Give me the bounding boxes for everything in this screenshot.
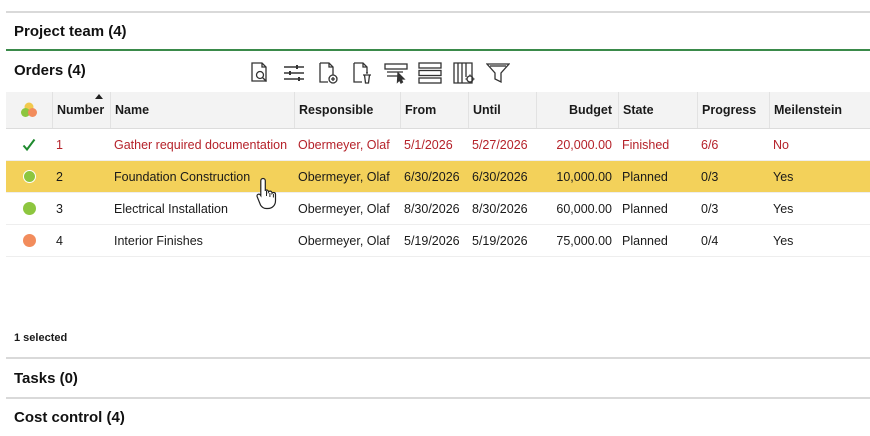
orders-table: Number Name Responsible From Until Budge… bbox=[6, 92, 870, 257]
cell-until: 8/30/2026 bbox=[472, 201, 528, 216]
cell-from: 5/19/2026 bbox=[404, 233, 460, 248]
section-project-team[interactable]: Project team (4) bbox=[14, 23, 127, 40]
cell-name: Foundation Construction bbox=[114, 169, 251, 184]
cell-state: Finished bbox=[622, 137, 670, 152]
column-header-number[interactable]: Number bbox=[52, 92, 110, 128]
cell-budget: 60,000.00 bbox=[556, 201, 612, 216]
section-divider bbox=[6, 397, 870, 399]
cell-responsible: Obermeyer, Olaf bbox=[298, 169, 390, 184]
cell-from: 8/30/2026 bbox=[404, 201, 460, 216]
cell-from: 6/30/2026 bbox=[404, 169, 460, 184]
add-document-icon[interactable] bbox=[316, 60, 340, 86]
cell-progress: 6/6 bbox=[701, 137, 719, 152]
column-header-from[interactable]: From bbox=[400, 92, 468, 128]
cell-responsible: Obermeyer, Olaf bbox=[298, 137, 390, 152]
table-row[interactable]: 4 Interior Finishes Obermeyer, Olaf 5/19… bbox=[6, 225, 870, 257]
cell-number: 4 bbox=[56, 233, 63, 248]
cell-name: Electrical Installation bbox=[114, 201, 228, 216]
table-row[interactable]: 3 Electrical Installation Obermeyer, Ola… bbox=[6, 193, 870, 225]
cell-from: 5/1/2026 bbox=[404, 137, 453, 152]
status-cell bbox=[6, 138, 52, 152]
cell-name: Interior Finishes bbox=[114, 233, 203, 248]
table-row[interactable]: 1 Gather required documentation Obermeye… bbox=[6, 129, 870, 161]
section-divider bbox=[6, 357, 870, 359]
column-settings-icon[interactable] bbox=[452, 60, 476, 86]
cell-until: 5/19/2026 bbox=[472, 233, 528, 248]
section-orders[interactable]: Orders (4) bbox=[14, 62, 86, 79]
cell-state: Planned bbox=[622, 233, 668, 248]
sort-ascending-icon bbox=[95, 94, 103, 99]
cell-milestone: Yes bbox=[773, 233, 794, 248]
top-divider bbox=[6, 11, 870, 13]
cell-milestone: Yes bbox=[773, 201, 794, 216]
status-legend-icon bbox=[21, 102, 37, 117]
cell-progress: 0/3 bbox=[701, 201, 719, 216]
cell-budget: 75,000.00 bbox=[556, 233, 612, 248]
document-search-icon[interactable] bbox=[248, 60, 272, 86]
column-header-progress[interactable]: Progress bbox=[697, 92, 769, 128]
cell-state: Planned bbox=[622, 169, 668, 184]
section-tasks[interactable]: Tasks (0) bbox=[14, 370, 78, 387]
delete-document-icon[interactable] bbox=[350, 60, 374, 86]
column-header-state[interactable]: State bbox=[618, 92, 697, 128]
status-column-header[interactable] bbox=[6, 92, 52, 128]
cell-budget: 20,000.00 bbox=[556, 137, 612, 152]
column-header-until[interactable]: Until bbox=[468, 92, 536, 128]
checkmark-icon bbox=[22, 138, 36, 151]
cell-responsible: Obermeyer, Olaf bbox=[298, 233, 390, 248]
cell-milestone: Yes bbox=[773, 169, 794, 184]
filter-icon[interactable] bbox=[486, 60, 510, 86]
cell-milestone: No bbox=[773, 137, 789, 152]
cell-number: 3 bbox=[56, 201, 63, 216]
sliders-icon[interactable] bbox=[282, 60, 306, 86]
list-rows-icon[interactable] bbox=[418, 60, 442, 86]
cell-number: 1 bbox=[56, 137, 63, 152]
column-header-milestone[interactable]: Meilenstein bbox=[769, 92, 859, 128]
selection-count: 1 selected bbox=[14, 332, 68, 344]
orders-toolbar bbox=[248, 58, 520, 88]
column-header-name[interactable]: Name bbox=[110, 92, 294, 128]
select-columns-icon[interactable] bbox=[384, 60, 408, 86]
status-cell bbox=[6, 170, 52, 183]
active-section-divider bbox=[6, 49, 870, 51]
table-header: Number Name Responsible From Until Budge… bbox=[6, 92, 870, 129]
cell-number: 2 bbox=[56, 169, 63, 184]
status-dot-orange-icon bbox=[22, 234, 36, 247]
status-cell bbox=[6, 202, 52, 215]
column-header-responsible[interactable]: Responsible bbox=[294, 92, 400, 128]
section-cost-control[interactable]: Cost control (4) bbox=[14, 409, 125, 426]
cell-progress: 0/4 bbox=[701, 233, 719, 248]
cell-until: 6/30/2026 bbox=[472, 169, 528, 184]
status-cell bbox=[6, 234, 52, 247]
cell-name: Gather required documentation bbox=[114, 137, 288, 152]
column-header-budget[interactable]: Budget bbox=[536, 92, 618, 128]
table-row-selected[interactable]: 2 Foundation Construction Obermeyer, Ola… bbox=[6, 161, 870, 193]
cell-state: Planned bbox=[622, 201, 668, 216]
cell-budget: 10,000.00 bbox=[556, 169, 612, 184]
status-dot-green-icon bbox=[22, 170, 36, 183]
column-header-number-label: Number bbox=[57, 103, 105, 117]
status-dot-green-icon bbox=[22, 202, 36, 215]
cell-progress: 0/3 bbox=[701, 169, 719, 184]
cell-responsible: Obermeyer, Olaf bbox=[298, 201, 390, 216]
cell-until: 5/27/2026 bbox=[472, 137, 528, 152]
